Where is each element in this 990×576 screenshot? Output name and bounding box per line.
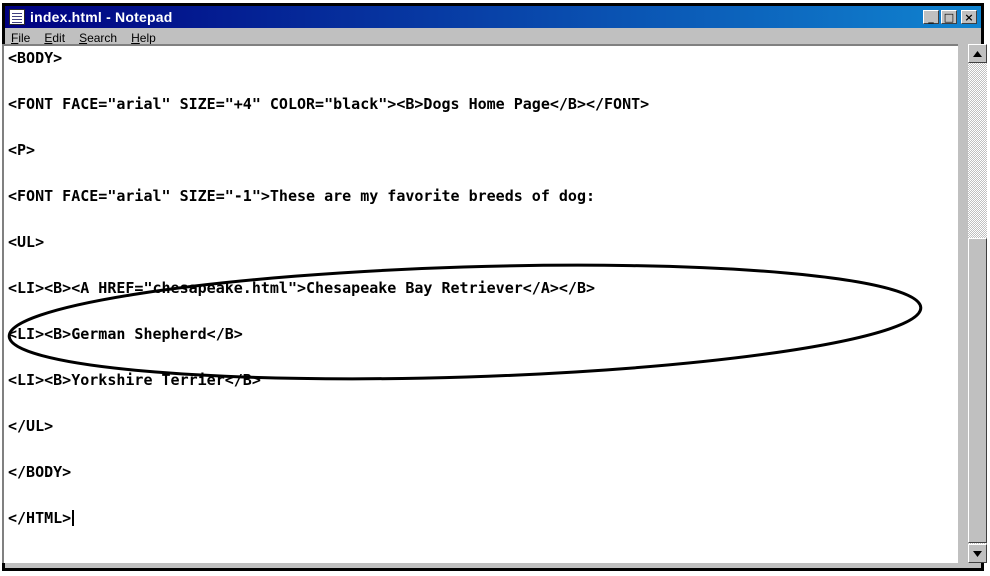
- scrollbar-thumb[interactable]: [968, 238, 987, 543]
- code-line: </UL>: [8, 417, 54, 435]
- scroll-up-arrow-icon: [973, 50, 982, 57]
- text-editor[interactable]: <BODY> <FONT FACE="arial" SIZE="+4" COLO…: [2, 44, 958, 563]
- code-line-highlighted: <LI><B><A HREF="chesapeake.html">Chesape…: [8, 279, 595, 297]
- menu-edit[interactable]: Edit: [44, 31, 65, 45]
- minimize-button[interactable]: _: [923, 10, 939, 24]
- maximize-button[interactable]: □: [941, 10, 957, 24]
- code-line-cursor: </HTML>: [8, 509, 75, 527]
- code-line: <FONT FACE="arial" SIZE="+4" COLOR="blac…: [8, 95, 650, 113]
- window-controls: _ □ ×: [923, 10, 977, 24]
- code-line: <BODY>: [8, 49, 63, 67]
- code-line: </BODY>: [8, 463, 72, 481]
- code-line: <LI><B>German Shepherd</B>: [8, 325, 243, 343]
- window-title: index.html - Notepad: [30, 9, 173, 25]
- menu-file[interactable]: File: [11, 31, 30, 45]
- scroll-up-button[interactable]: [968, 44, 987, 63]
- close-button[interactable]: ×: [961, 10, 977, 24]
- title-bar[interactable]: index.html - Notepad _ □ ×: [5, 6, 981, 28]
- vertical-scrollbar[interactable]: [968, 44, 987, 563]
- code-line: <UL>: [8, 233, 45, 251]
- menu-search[interactable]: Search: [79, 31, 117, 45]
- code-line: <FONT FACE="arial" SIZE="-1">These are m…: [8, 187, 595, 205]
- notepad-icon[interactable]: [9, 9, 25, 25]
- code-line: <P>: [8, 141, 36, 159]
- code-line: <LI><B>Yorkshire Terrier</B>: [8, 371, 261, 389]
- text-caret: [72, 510, 75, 526]
- menu-help[interactable]: Help: [131, 31, 156, 45]
- scroll-down-button[interactable]: [968, 544, 987, 563]
- scroll-down-arrow-icon: [973, 550, 982, 557]
